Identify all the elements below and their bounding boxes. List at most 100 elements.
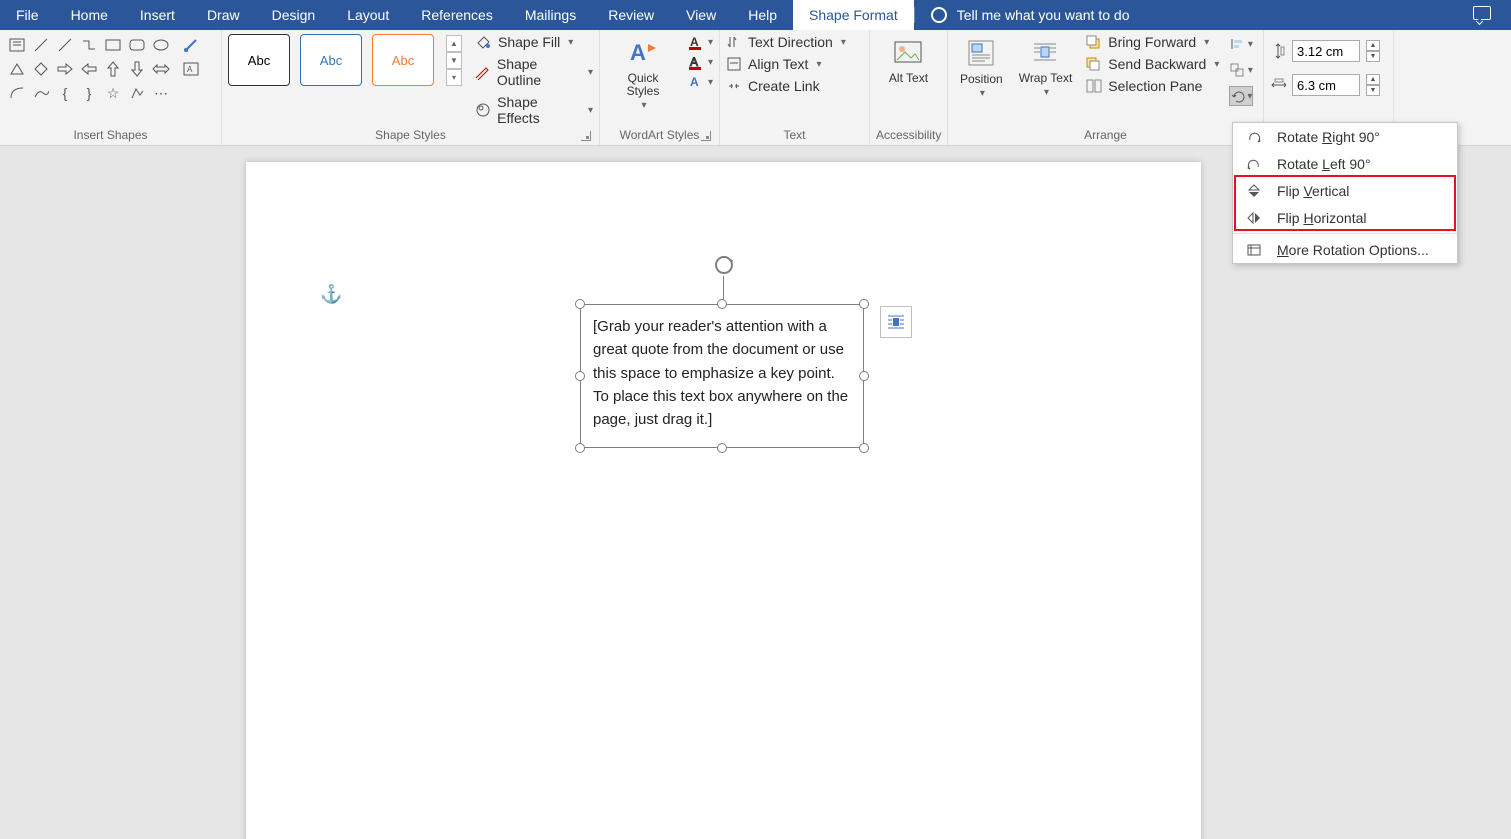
draw-textbox-icon[interactable]: A bbox=[180, 58, 202, 80]
selection-pane-icon bbox=[1086, 79, 1102, 93]
styles-scroll-down[interactable]: ▼ bbox=[446, 52, 462, 69]
style-preset-3[interactable]: Abc bbox=[372, 34, 434, 86]
shape-arrow-down-icon[interactable] bbox=[126, 58, 148, 80]
shape-star-icon[interactable]: ☆ bbox=[102, 82, 124, 104]
rotate-left-icon bbox=[1245, 157, 1263, 171]
resize-handle-se[interactable] bbox=[859, 443, 869, 453]
comments-icon[interactable] bbox=[1473, 6, 1491, 20]
anchor-icon: ⚓ bbox=[320, 284, 342, 305]
resize-handle-sw[interactable] bbox=[575, 443, 585, 453]
resize-handle-ne[interactable] bbox=[859, 299, 869, 309]
chevron-down-icon: ▾ bbox=[980, 88, 985, 99]
rotate-right-90[interactable]: Rotate Right 90° bbox=[1233, 123, 1457, 150]
send-backward-button[interactable]: Send Backward▾ bbox=[1086, 56, 1219, 72]
text-effects-button[interactable]: A▾ bbox=[688, 74, 713, 90]
flip-vertical[interactable]: Flip Vertical bbox=[1233, 177, 1457, 204]
shape-rect-icon[interactable] bbox=[102, 34, 124, 56]
menu-view[interactable]: View bbox=[670, 0, 732, 30]
more-rotation-options[interactable]: More Rotation Options... bbox=[1233, 236, 1457, 263]
edit-shape-icon[interactable] bbox=[180, 34, 202, 56]
menu-file[interactable]: File bbox=[0, 0, 55, 30]
quick-styles-button[interactable]: A Quick Styles ▾ bbox=[606, 34, 680, 113]
height-input[interactable] bbox=[1292, 40, 1360, 62]
chevron-down-icon: ▾ bbox=[1214, 59, 1219, 70]
shape-brace-r-icon[interactable]: } bbox=[78, 82, 100, 104]
shapes-gallery[interactable]: { } ☆ ⋯ bbox=[6, 34, 172, 104]
styles-scroll-up[interactable]: ▲ bbox=[446, 35, 462, 52]
dialog-launcher-icon[interactable] bbox=[701, 131, 711, 141]
resize-handle-e[interactable] bbox=[859, 371, 869, 381]
shape-connector-icon[interactable] bbox=[78, 34, 100, 56]
resize-handle-s[interactable] bbox=[717, 443, 727, 453]
more-rotation-icon bbox=[1245, 243, 1263, 257]
rotate-button[interactable]: ▾ bbox=[1229, 86, 1253, 106]
create-link-button[interactable]: Create Link bbox=[726, 78, 846, 94]
svg-text:A: A bbox=[630, 40, 646, 65]
shape-more-icon[interactable]: ⋯ bbox=[150, 82, 172, 104]
tell-me[interactable]: Tell me what you want to do bbox=[914, 7, 1146, 23]
group-label-text: Text bbox=[726, 126, 863, 145]
shape-brace-l-icon[interactable]: { bbox=[54, 82, 76, 104]
shape-effects-button[interactable]: Shape Effects▾ bbox=[474, 94, 593, 126]
rotation-handle[interactable] bbox=[712, 253, 736, 277]
rotate-left-90[interactable]: Rotate Left 90° bbox=[1233, 150, 1457, 177]
menu-design[interactable]: Design bbox=[256, 0, 332, 30]
menu-shape-format[interactable]: Shape Format bbox=[793, 0, 914, 30]
resize-handle-w[interactable] bbox=[575, 371, 585, 381]
style-preset-2[interactable]: Abc bbox=[300, 34, 362, 86]
height-spin-up[interactable]: ▲ bbox=[1366, 40, 1380, 51]
wrap-text-button[interactable]: Wrap Text▾ bbox=[1013, 34, 1079, 100]
layout-options-button[interactable] bbox=[880, 306, 912, 338]
text-box-shape[interactable]: [Grab your reader's attention with a gre… bbox=[580, 304, 864, 448]
resize-handle-n[interactable] bbox=[717, 299, 727, 309]
text-box-content[interactable]: [Grab your reader's attention with a gre… bbox=[593, 318, 848, 428]
alt-text-button[interactable]: Alt Text bbox=[883, 34, 934, 87]
shape-line-icon[interactable] bbox=[30, 34, 52, 56]
menu-draw[interactable]: Draw bbox=[191, 0, 256, 30]
align-text-button[interactable]: Align Text▾ bbox=[726, 56, 846, 72]
group-accessibility: Alt Text Accessibility bbox=[870, 30, 948, 145]
shape-arrow-left-icon[interactable] bbox=[78, 58, 100, 80]
align-button[interactable]: ▾ bbox=[1229, 34, 1253, 54]
selection-pane-button[interactable]: Selection Pane bbox=[1086, 78, 1219, 94]
alt-text-icon bbox=[891, 36, 925, 70]
shape-arrow-up-icon[interactable] bbox=[102, 58, 124, 80]
shape-roundrect-icon[interactable] bbox=[126, 34, 148, 56]
shape-diamond-icon[interactable] bbox=[30, 58, 52, 80]
shape-outline-button[interactable]: Shape Outline▾ bbox=[474, 56, 593, 88]
group-button[interactable]: ▾ bbox=[1229, 60, 1253, 80]
position-button[interactable]: Position▾ bbox=[954, 34, 1009, 101]
width-spin-down[interactable]: ▼ bbox=[1366, 85, 1380, 96]
text-outline-button[interactable]: A▾ bbox=[688, 54, 713, 70]
height-spin-down[interactable]: ▼ bbox=[1366, 51, 1380, 62]
styles-more[interactable]: ▾ bbox=[446, 69, 462, 86]
width-spin-up[interactable]: ▲ bbox=[1366, 74, 1380, 85]
width-input[interactable] bbox=[1292, 74, 1360, 96]
shape-textbox-icon[interactable] bbox=[6, 34, 28, 56]
menu-mailings[interactable]: Mailings bbox=[509, 0, 592, 30]
shape-arc-icon[interactable] bbox=[6, 82, 28, 104]
shape-triangle-icon[interactable] bbox=[6, 58, 28, 80]
shape-arrow-lr-icon[interactable] bbox=[150, 58, 172, 80]
shape-arrow-right-icon[interactable] bbox=[54, 58, 76, 80]
menu-review[interactable]: Review bbox=[592, 0, 670, 30]
shape-curve-icon[interactable] bbox=[30, 82, 52, 104]
send-backward-icon bbox=[1086, 57, 1102, 71]
shape-oval-icon[interactable] bbox=[150, 34, 172, 56]
menu-layout[interactable]: Layout bbox=[331, 0, 405, 30]
shape-line2-icon[interactable] bbox=[54, 34, 76, 56]
menu-insert[interactable]: Insert bbox=[124, 0, 191, 30]
text-fill-button[interactable]: A▾ bbox=[688, 34, 713, 50]
resize-handle-nw[interactable] bbox=[575, 299, 585, 309]
menu-help[interactable]: Help bbox=[732, 0, 793, 30]
shape-freeform-icon[interactable] bbox=[126, 82, 148, 104]
menu-references[interactable]: References bbox=[405, 0, 509, 30]
text-direction-button[interactable]: Text Direction▾ bbox=[726, 34, 846, 50]
shape-fill-button[interactable]: Shape Fill▾ bbox=[474, 34, 593, 50]
style-preset-1[interactable]: Abc bbox=[228, 34, 290, 86]
menu-home[interactable]: Home bbox=[55, 0, 124, 30]
bring-forward-button[interactable]: Bring Forward▾ bbox=[1086, 34, 1219, 50]
flip-horizontal[interactable]: Flip Horizontal bbox=[1233, 204, 1457, 231]
pen-outline-icon bbox=[474, 64, 491, 80]
dialog-launcher-icon[interactable] bbox=[581, 131, 591, 141]
